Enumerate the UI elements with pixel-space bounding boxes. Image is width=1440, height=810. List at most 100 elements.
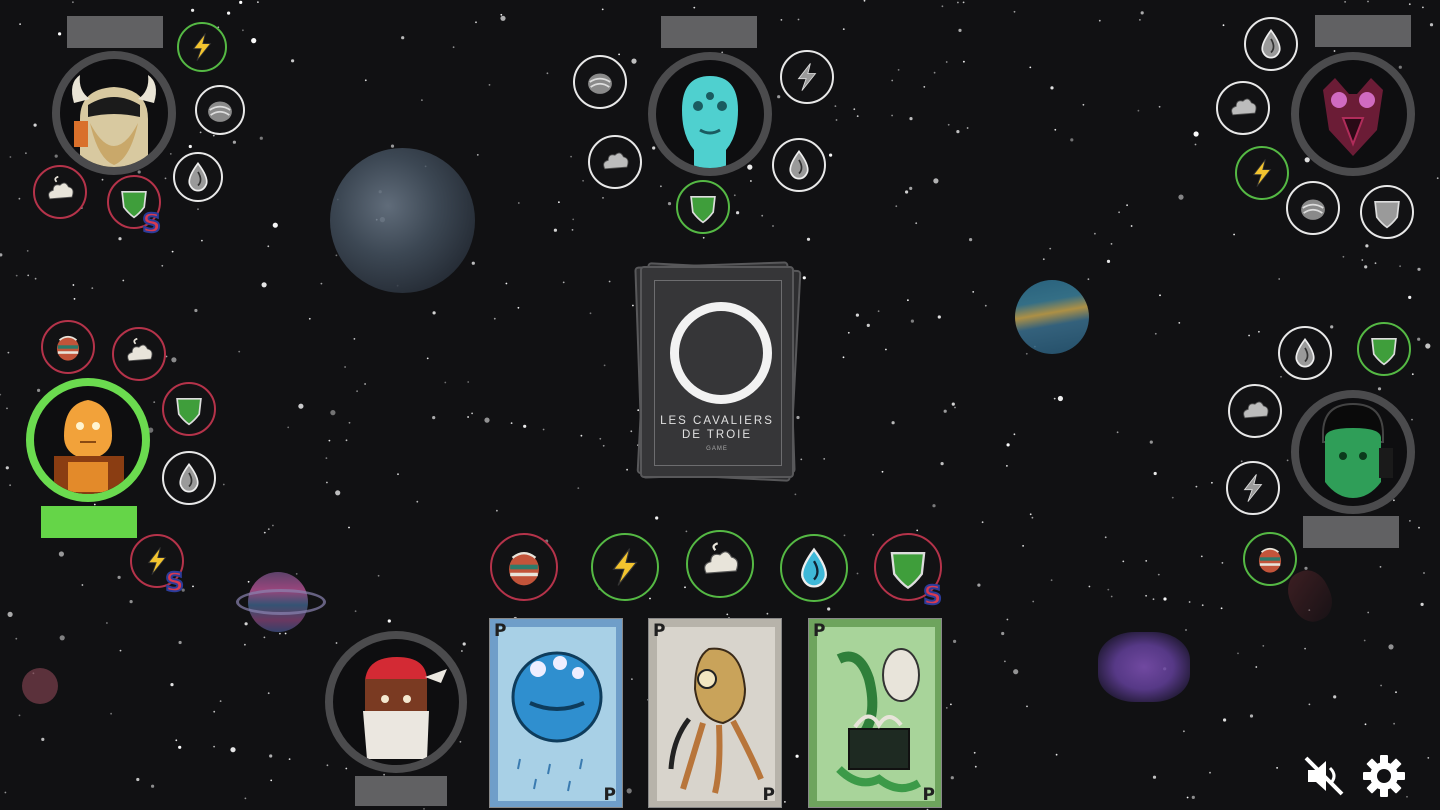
lightning-icon (797, 63, 817, 91)
star (471, 261, 475, 265)
star (467, 381, 470, 383)
star (222, 483, 225, 486)
star (247, 580, 250, 583)
water-icon (1295, 337, 1315, 368)
planet-ring-decoration (236, 589, 326, 615)
star (969, 238, 973, 242)
player-avatar-orange-robot[interactable] (26, 378, 150, 502)
star (1126, 204, 1128, 207)
star (1255, 666, 1258, 668)
star (213, 745, 216, 748)
star (328, 439, 331, 442)
star (941, 5, 944, 8)
star (795, 754, 799, 758)
star (15, 637, 18, 640)
star (1153, 471, 1157, 476)
hand-card-green-creature[interactable]: P P (808, 618, 942, 808)
star (956, 130, 960, 134)
star (1149, 440, 1153, 444)
star (129, 600, 133, 604)
card-corner-letter: P (494, 621, 507, 641)
star (856, 572, 859, 575)
star (493, 317, 496, 320)
player-name-plate-orange-robot (41, 506, 137, 538)
star (230, 747, 236, 753)
star (197, 208, 199, 211)
star (1380, 684, 1382, 687)
star (1194, 143, 1197, 146)
star (1429, 23, 1434, 27)
hand-shield-resource[interactable]: S (874, 533, 943, 610)
star (649, 597, 651, 600)
star (344, 366, 346, 368)
player-avatar-ninja[interactable] (325, 631, 467, 773)
star (905, 190, 909, 194)
star (1367, 0, 1369, 3)
star (505, 282, 508, 285)
star (1088, 585, 1091, 588)
hand-cloud-resource[interactable] (686, 530, 754, 598)
star (257, 1, 259, 3)
star (201, 239, 203, 242)
orange-robot-ore-token (41, 320, 95, 374)
cloud-icon (127, 337, 153, 362)
star (842, 28, 845, 30)
mute-button[interactable] (1302, 754, 1346, 798)
ore-icon (1258, 547, 1282, 573)
player-avatar-green-alien[interactable] (1291, 390, 1415, 514)
star (18, 197, 21, 200)
star (954, 406, 956, 409)
hand-lightning-resource[interactable] (591, 533, 659, 601)
star (1006, 465, 1008, 467)
star (772, 225, 774, 227)
star (41, 737, 45, 742)
earth-planet-decoration (330, 148, 475, 293)
star (33, 123, 37, 127)
horned-demon-cloud-token (1216, 81, 1270, 135)
star (1055, 753, 1058, 756)
ore-icon (208, 101, 232, 122)
star (364, 79, 367, 82)
deck-title: LES CAVALIERS DE TROIE (660, 415, 774, 441)
star (1209, 771, 1211, 774)
star (953, 639, 957, 644)
hand-card-blue-pufferfish[interactable]: P P (489, 618, 623, 808)
star (326, 764, 329, 767)
star (178, 640, 182, 645)
player-avatar-viking[interactable] (52, 51, 176, 175)
star (390, 144, 395, 148)
hand-card-gray-creature[interactable]: P P (648, 618, 782, 808)
star (1006, 443, 1010, 447)
star (106, 622, 108, 624)
shield-icon (176, 397, 202, 426)
star (977, 583, 981, 587)
star (18, 714, 21, 717)
star (1022, 545, 1024, 547)
star (267, 528, 270, 530)
ore-icon (588, 73, 612, 94)
settings-button[interactable] (1362, 754, 1406, 798)
star (1006, 618, 1009, 621)
star (259, 136, 263, 140)
draw-deck[interactable]: LES CAVALIERS DE TROIE GAME (634, 261, 802, 482)
star (81, 584, 84, 586)
water-icon (801, 547, 827, 588)
star (15, 274, 18, 277)
star (660, 185, 662, 188)
star (25, 152, 27, 155)
star (171, 357, 177, 363)
star (523, 424, 527, 428)
star (1200, 555, 1203, 558)
hand-water-resource[interactable] (780, 534, 848, 602)
star (1342, 255, 1345, 258)
star (161, 264, 164, 267)
hand-ore-resource[interactable] (490, 533, 558, 601)
star (1050, 579, 1053, 582)
star (736, 211, 740, 215)
deck-card-top: LES CAVALIERS DE TROIE GAME (640, 266, 794, 478)
player-avatar-cyan-alien[interactable] (648, 52, 772, 176)
star (1262, 645, 1265, 647)
player-avatar-horned-demon[interactable] (1291, 52, 1415, 176)
star (655, 516, 659, 520)
player-name-plate-cyan-alien (661, 16, 757, 48)
